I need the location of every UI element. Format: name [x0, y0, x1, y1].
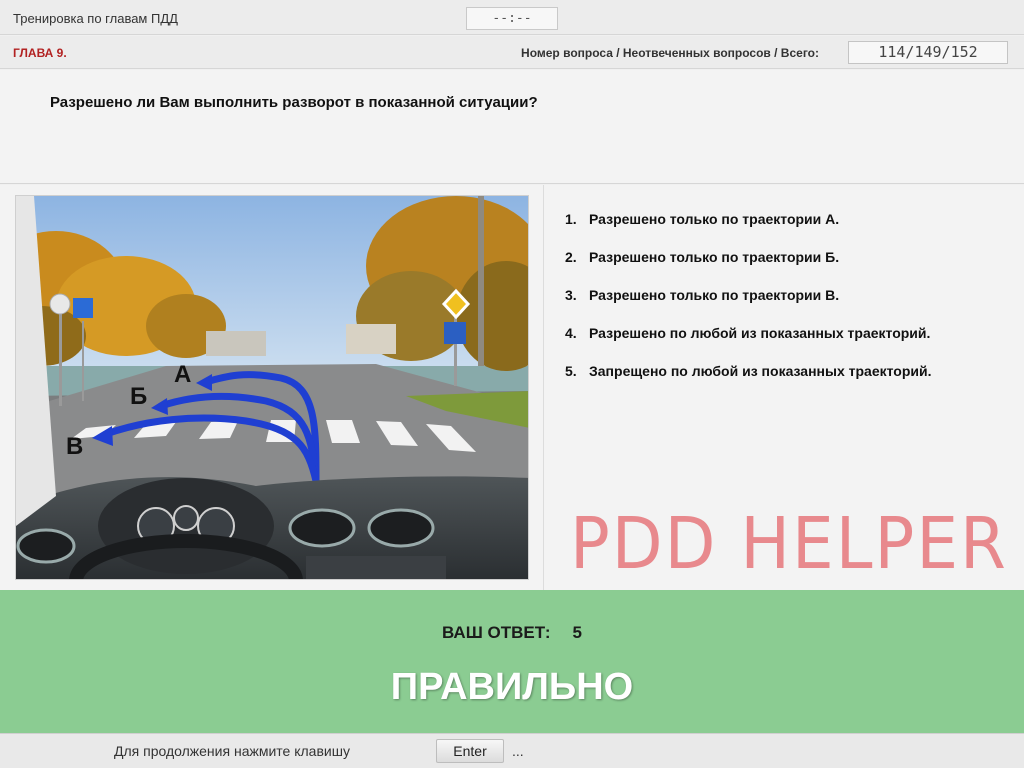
hint-ellipsis: ...	[512, 743, 524, 759]
answer-number: 5.	[565, 363, 577, 379]
answer-text: Запрещено по любой из показанных траекто…	[589, 363, 932, 379]
answer-option-3[interactable]: 3. Разрешено только по траектории В.	[565, 287, 932, 325]
trajectory-label-b: Б	[130, 383, 147, 410]
your-answer-label: ВАШ ОТВЕТ:	[441, 623, 551, 642]
mode-title: Тренировка по главам ПДД	[13, 11, 178, 26]
answer-number: 1.	[565, 211, 577, 227]
answer-option-2[interactable]: 2. Разрешено только по траектории Б.	[565, 249, 932, 287]
answer-text: Разрешено только по траектории В.	[589, 287, 840, 303]
answer-text: Разрешено по любой из показанных траекто…	[589, 325, 931, 341]
answer-text: Разрешено только по траектории А.	[589, 211, 840, 227]
your-answer-line: ВАШ ОТВЕТ: 5	[0, 623, 1024, 643]
answer-option-5[interactable]: 5. Запрещено по любой из показанных трае…	[565, 363, 932, 401]
trajectory-label-v: В	[66, 433, 83, 460]
answer-number: 4.	[565, 325, 577, 341]
app-window: Тренировка по главам ПДД --:-- ГЛАВА 9. …	[0, 0, 1024, 768]
result-panel: ВАШ ОТВЕТ: 5 ПРАВИЛЬНО	[0, 590, 1024, 733]
question-counter: 114/149/152	[848, 41, 1008, 64]
panel-divider	[543, 185, 544, 590]
answer-option-1[interactable]: 1. Разрешено только по траектории А.	[565, 211, 932, 249]
question-text: Разрешено ли Вам выполнить разворот в по…	[50, 94, 538, 111]
trajectory-label-a: А	[174, 361, 191, 388]
answer-option-4[interactable]: 4. Разрешено по любой из показанных трае…	[565, 325, 932, 363]
question-panel: Разрешено ли Вам выполнить разворот в по…	[0, 70, 1024, 184]
road-scene-illustration: А Б В	[16, 196, 528, 579]
watermark-logo: PDD HELPER	[570, 501, 1008, 586]
top-bar: Тренировка по главам ПДД --:--	[0, 0, 1024, 35]
answer-number: 3.	[565, 287, 577, 303]
verdict-text: ПРАВИЛЬНО	[390, 666, 634, 708]
enter-key-button[interactable]: Enter	[436, 739, 504, 763]
timer-display: --:--	[466, 7, 558, 30]
answer-list: 1. Разрешено только по траектории А. 2. …	[565, 211, 932, 401]
question-image: А Б В	[15, 195, 529, 580]
continue-hint: Для продолжения нажмите клавишу	[114, 743, 350, 759]
footer-bar: Для продолжения нажмите клавишу Enter ..…	[0, 733, 1024, 768]
answer-number: 2.	[565, 249, 577, 265]
content-area: А Б В 1. Разрешено только по траектории …	[0, 185, 1024, 590]
counter-label: Номер вопроса / Неотвеченных вопросов / …	[521, 46, 819, 60]
chapter-label: ГЛАВА 9.	[13, 46, 67, 60]
info-bar: ГЛАВА 9. Номер вопроса / Неотвеченных во…	[0, 36, 1024, 69]
answer-text: Разрешено только по траектории Б.	[589, 249, 840, 265]
your-answer-value: 5	[572, 623, 583, 642]
